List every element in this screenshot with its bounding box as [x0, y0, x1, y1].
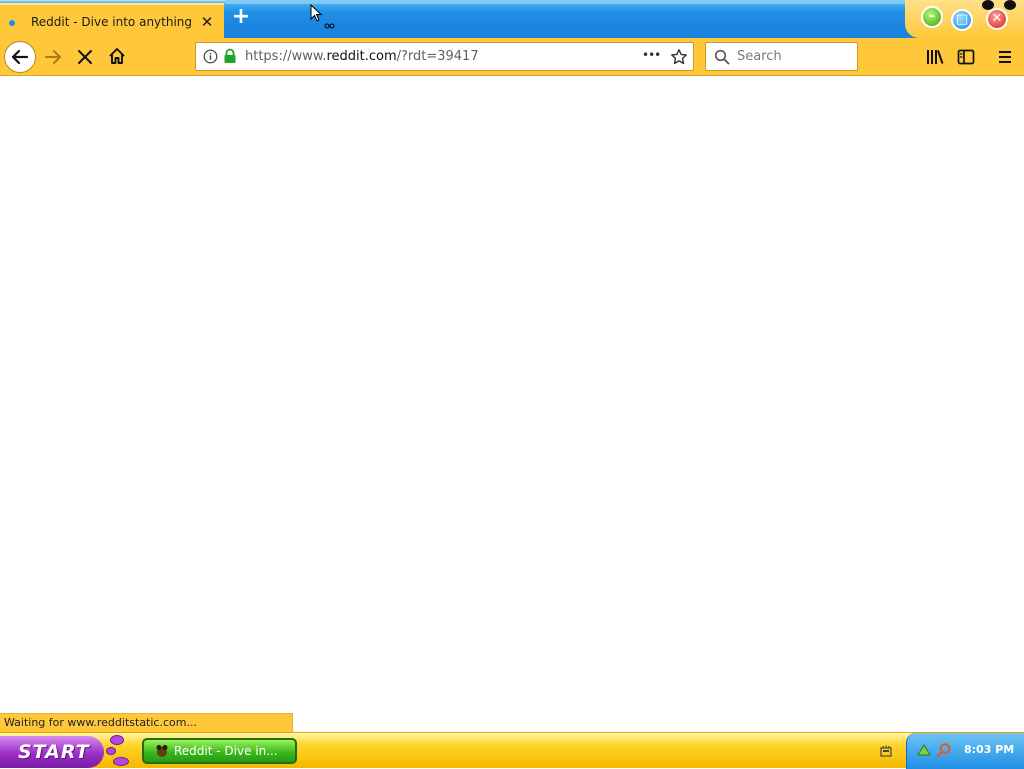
task-button-label: Reddit - Dive in... [174, 744, 278, 758]
maximize-button[interactable]: □ [951, 9, 973, 31]
clock[interactable]: 8:03 PM [964, 743, 1014, 756]
info-icon[interactable] [203, 49, 218, 64]
navigation-toolbar: https://www.reddit.com/?rdt=39417 ••• Se… [0, 38, 1024, 76]
minimize-button[interactable]: – [921, 6, 943, 28]
tab-strip: Reddit - Dive into anything ✕ + – □ ✕ [0, 0, 1024, 38]
tab-title: Reddit - Dive into anything [31, 15, 193, 29]
new-tab-button[interactable]: + [229, 6, 253, 30]
more-actions-icon[interactable]: ••• [642, 48, 661, 62]
minimize-icon: – [928, 9, 936, 24]
close-icon: ✕ [991, 11, 1003, 26]
tray-search-icon[interactable] [936, 742, 952, 758]
url-scheme: https://www. [245, 49, 327, 64]
taskbar: START Reddit - Dive in... 8:03 PM [0, 732, 1024, 769]
tray-device-icon[interactable] [879, 744, 893, 758]
bookmark-star-icon[interactable] [670, 48, 688, 66]
status-text: Waiting for www.redditstatic.com... [0, 713, 293, 732]
lock-icon[interactable] [223, 48, 237, 64]
start-button[interactable]: START [0, 736, 104, 768]
system-tray: 8:03 PM [906, 733, 1024, 769]
search-icon [714, 49, 730, 65]
page-content [0, 77, 1024, 713]
tab-reddit[interactable]: Reddit - Dive into anything ✕ [0, 3, 224, 38]
tray-network-icon[interactable] [916, 742, 932, 758]
search-input[interactable]: Search [705, 42, 858, 71]
back-arrow-icon [11, 49, 29, 65]
stop-loading-icon[interactable] [76, 48, 94, 66]
address-bar[interactable]: https://www.reddit.com/?rdt=39417 ••• [195, 42, 694, 71]
search-placeholder: Search [737, 49, 782, 64]
url-text[interactable]: https://www.reddit.com/?rdt=39417 [245, 49, 479, 64]
back-button[interactable] [4, 41, 36, 73]
sidebar-icon[interactable] [957, 48, 975, 66]
home-icon[interactable] [107, 46, 127, 66]
url-host: reddit.com [326, 49, 397, 64]
url-path: /?rdt=39417 [396, 49, 479, 64]
mouse-cursor-icon [310, 4, 335, 29]
close-window-button[interactable]: ✕ [986, 8, 1008, 30]
hamburger-menu-icon[interactable] [997, 49, 1013, 65]
favicon-icon [9, 20, 15, 26]
task-app-icon [156, 745, 168, 757]
taskbar-window-button[interactable]: Reddit - Dive in... [142, 738, 297, 764]
library-icon[interactable] [925, 48, 945, 66]
forward-arrow-icon[interactable] [43, 47, 63, 67]
tab-close-icon[interactable]: ✕ [198, 13, 216, 31]
maximize-icon: □ [955, 12, 969, 27]
